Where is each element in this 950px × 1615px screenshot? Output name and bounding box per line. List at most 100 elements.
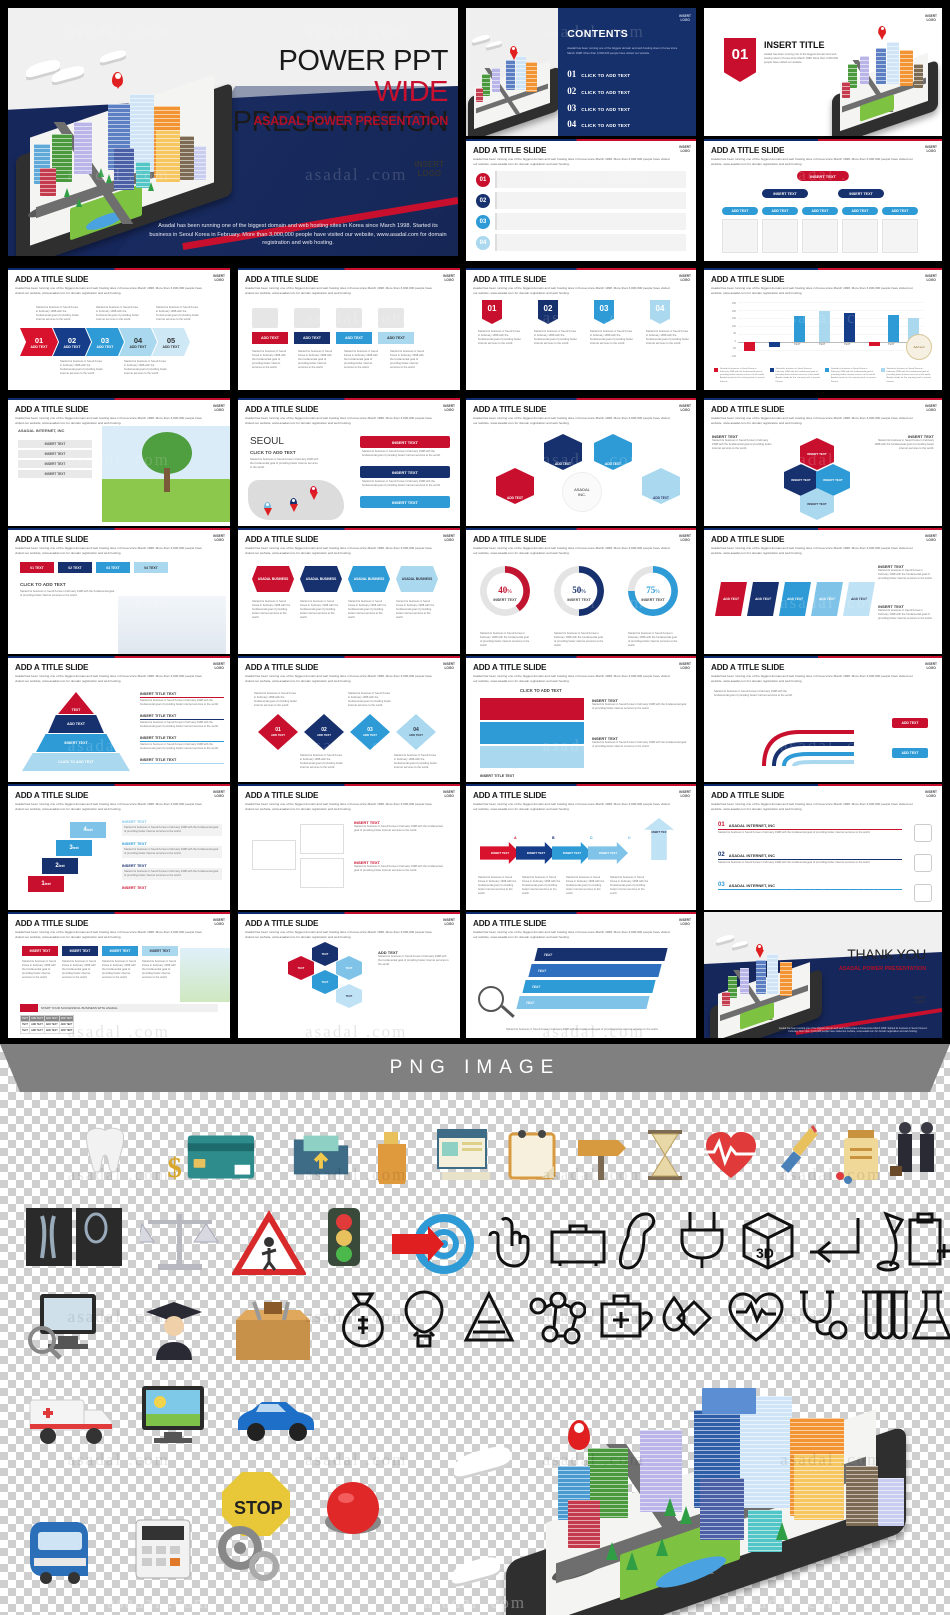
slide-numbered-cards-4[interactable]: ADD A TITLE SLIDE Asadal has been runnin… [466,268,696,390]
slide-seoul-map[interactable]: ADD A TITLE SLIDE Asadal has been runnin… [238,398,460,526]
slide-process-arrows-5[interactable]: ADD A TITLE SLIDE Asadal has been runnin… [8,268,230,390]
card-button[interactable]: ADD TEXT [336,332,372,344]
icon-card[interactable]: ADD TEXT [378,308,414,344]
pyramid-level-2[interactable]: ADD TEXT [48,715,104,733]
slide-speech-panels[interactable]: ADD A TITLE SLIDE Asadal has been runnin… [466,656,696,782]
list-item[interactable]: INSERT TEXT [18,440,92,448]
diamond-node[interactable]: 03 ADD TEXT [350,714,390,750]
slide-org-chart[interactable]: ADD A TITLE SLIDE Asadal has been runnin… [704,139,942,261]
bubble-box[interactable] [252,840,296,870]
org-mid-node[interactable]: INSERT TEXT [838,189,884,198]
slide-curved-arrows[interactable]: ADD A TITLE SLIDE Asadal has been runnin… [704,656,942,782]
map-callout[interactable]: INSERT TEXT [360,436,450,448]
step-block-3[interactable]: 3 text [56,840,92,856]
tab[interactable]: 03 TEXT [96,562,130,573]
slide-hex-grid[interactable]: ADD A TITLE SLIDE Asadal has been runnin… [238,912,460,1038]
slide-section-01[interactable]: INSERT LOGO 01 INSERT TITLE Asadal has be… [704,8,942,136]
list-item[interactable]: INSERT TEXT [18,470,92,478]
contents-item-4[interactable]: 04 CLICK TO ADD TEXT [567,119,630,129]
diamond-node[interactable]: 02 ADD TEXT [304,714,344,750]
hex-label[interactable]: ASADAL BUSINESS [348,566,390,592]
pyramid-level-4[interactable]: CLICK TO ADD TEXT [22,753,130,771]
layer-bar[interactable]: TEXT [528,964,662,977]
hexagon-node[interactable]: ADD TEXT [544,434,582,470]
icon-card[interactable]: ADD TEXT [294,308,330,344]
icon-card[interactable]: ADD TEXT [252,308,288,344]
diamond-node[interactable]: 01 ADD TEXT [258,714,298,750]
slide-icon-cards[interactable]: ADD A TITLE SLIDE Asadal has been runnin… [238,268,460,390]
card-header[interactable]: INSERT TEXT [102,946,138,956]
banner[interactable]: ADD TEXT [811,582,843,616]
slide-speech-bubbles[interactable]: ADD A TITLE SLIDE Asadal has been runnin… [238,784,460,910]
map-callout[interactable]: INSERT TEXT [360,466,450,478]
card-header[interactable]: INSERT TEXT [22,946,58,956]
layer-bar[interactable]: TEXT [522,980,656,993]
contents-item-2[interactable]: 02 CLICK TO ADD TEXT [567,86,630,96]
tab[interactable]: 02 TEXT [58,562,92,573]
hex-cell[interactable]: TEXT [312,942,338,966]
slide-tree-infographic[interactable]: ADD A TITLE SLIDE Asadal has been runnin… [8,398,230,526]
banner[interactable]: ADD TEXT [779,582,811,616]
org-leaf-node[interactable]: ADD TEXT [842,207,878,215]
org-top-node[interactable]: INSERT TEXT [797,171,849,181]
slide-thank-you[interactable]: THANK YOU ASADAL POWER PRESENTATION INSE… [704,912,942,1038]
layer-bar[interactable]: TEXT [534,948,668,961]
slide-arrow-sequence[interactable]: ADD A TITLE SLIDE Asadal has been runnin… [466,784,696,910]
arrow-step[interactable]: INSERT TEXT [480,842,520,864]
hexagon-node[interactable]: ADD TEXT [594,434,632,470]
arrow-step[interactable]: INSERT TEXT [552,842,592,864]
step-block-4[interactable]: 4 text [70,822,106,838]
org-mid-node[interactable]: INSERT TEXT [762,189,808,198]
slide-donut-charts[interactable]: ADD A TITLE SLIDE Asadal has been runnin… [466,528,696,654]
list-item[interactable]: 03 [476,213,686,230]
banner[interactable]: ADD TEXT [747,582,779,616]
slide-hex-cluster[interactable]: ADD A TITLE SLIDE Asadal has been runnin… [704,398,942,526]
banner[interactable]: ADD TEXT [715,582,747,616]
tab[interactable]: 01 TEXT [20,562,54,573]
process-step[interactable]: 03 ADD TEXT [86,328,124,356]
arrow-step[interactable]: INSERT TEXT [588,842,628,864]
slide-city-tabs[interactable]: ADD A TITLE SLIDE Asadal has been runnin… [8,528,230,654]
hex-cell[interactable]: TEXT [336,984,362,1008]
process-step[interactable]: 02 ADD TEXT [53,328,91,356]
arrow-step[interactable]: INSERT TEXT [516,842,556,864]
arrow-up[interactable]: INSERT TEXT [644,818,674,860]
hex-label[interactable]: ASADAL BUSINESS [396,566,438,592]
list-item[interactable]: INSERT TEXT [18,460,92,468]
process-step[interactable]: 05 ADD TEXT [152,328,190,356]
slide-magnifier-layers[interactable]: ADD A TITLE SLIDE Asadal has been runnin… [466,912,696,1038]
hexagon-node[interactable]: ADD TEXT [642,468,680,504]
list-item[interactable]: 03 ASADAL INTERNET, INC [718,882,902,891]
diamond-node[interactable]: 04 ADD TEXT [396,714,436,750]
hex-label[interactable]: ASADAL BUSINESS [252,566,294,592]
layer-bar[interactable]: TEXT [516,996,650,1009]
list-item[interactable]: 02 [476,192,686,209]
org-leaf-node[interactable]: ADD TEXT [762,207,798,215]
list-item[interactable]: 01 ASADAL INTERNET, INC Started its busi… [718,822,902,835]
hex-cell[interactable]: TEXT [336,956,362,980]
slide-bar-chart[interactable]: ADD A TITLE SLIDE Asadal has been runnin… [704,268,942,390]
icon-card[interactable]: ADD TEXT [336,308,372,344]
org-leaf-node[interactable]: ADD TEXT [882,207,918,215]
card-header[interactable]: INSERT TEXT [142,946,178,956]
slide-pyramid[interactable]: ADD A TITLE SLIDE Asadal has been runnin… [8,656,230,782]
panel-lightblue[interactable] [480,746,584,768]
slide-table-cards[interactable]: ADD A TITLE SLIDE Asadal has been runnin… [8,912,230,1038]
slide-contents[interactable]: INSERT LOGO CONTENTS Asadal has been runn… [466,8,696,136]
list-item[interactable]: 04 [476,234,686,251]
hero-title-slide[interactable]: POWER PPT WIDE PRESENTATION ASADAL POWER… [8,8,458,256]
slide-hexagons[interactable]: ADD A TITLE SLIDE Asadal has been runnin… [466,398,696,526]
list-item[interactable]: INSERT TEXT [18,450,92,458]
hexagon-node[interactable]: INSERT TEXT [800,438,834,470]
arrow-label[interactable]: ADD TEXT [892,748,928,758]
hex-label[interactable]: ASADAL BUSINESS [300,566,342,592]
bubble-box[interactable] [300,858,344,888]
process-step[interactable]: 04 ADD TEXT [119,328,157,356]
contents-item-1[interactable]: 01 CLICK TO ADD TEXT [567,69,630,79]
card-button[interactable]: ADD TEXT [252,332,288,344]
card-button[interactable]: ADD TEXT [378,332,414,344]
bubble-box[interactable] [300,824,344,854]
banner[interactable]: ADD TEXT [843,582,875,616]
panel-blue[interactable] [480,722,584,744]
step-block-1[interactable]: 1 text [28,876,64,892]
